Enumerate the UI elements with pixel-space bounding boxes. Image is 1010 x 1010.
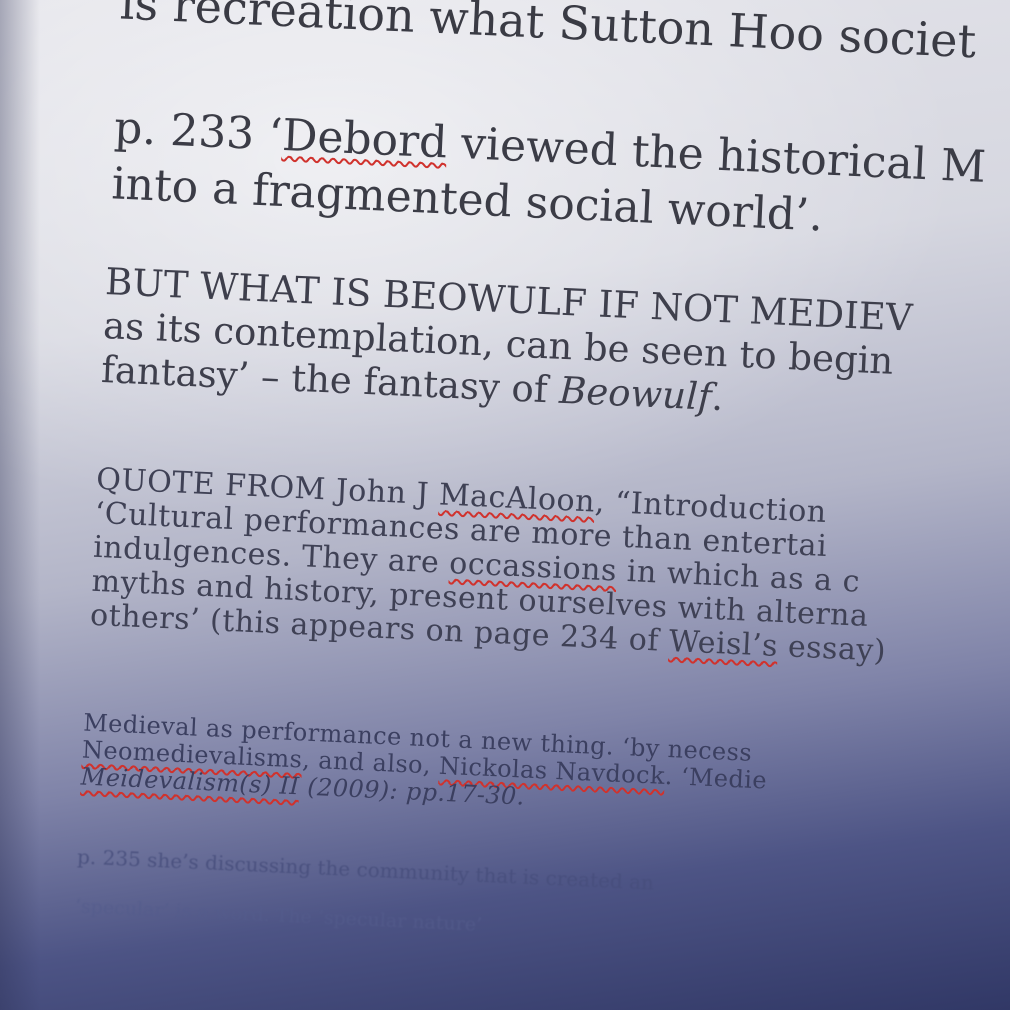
monitor-photo: is recreation what Sutton Hoo societ p. … [0, 0, 1010, 1010]
text-line: is recreation what Sutton Hoo societ [119, 0, 977, 68]
text-run: essay) [777, 628, 887, 669]
paragraph-sutton-hoo: is recreation what Sutton Hoo societ [119, 0, 977, 68]
misspelled-word: Weisl’s [668, 624, 779, 664]
text-run: p. 235 she’s discussing the community th… [76, 844, 655, 895]
paragraph-macaloon-quote: QUOTE FROM John J MacAloon, “Introductio… [89, 462, 893, 669]
text-run: p. 233 ‘ [113, 102, 284, 161]
text-run: Beowulf [558, 368, 713, 419]
paragraph-beowulf: BUT WHAT IS BEOWULF IF NOT MEDIEV as its … [100, 260, 913, 429]
text-run: is recreation what Sutton Hoo societ [118, 0, 978, 69]
paragraph-specular: ‘specular’ is a word. The ‘specular natu… [74, 894, 482, 936]
misspelled-word: Debord [281, 109, 449, 169]
text-run: ‘specular’ is a word. The ‘specular natu… [74, 895, 483, 936]
paragraph-medieval-performance: Medieval as performance not a new thing.… [80, 709, 768, 822]
text-run: . ‘Medie [664, 761, 768, 795]
document-page: is recreation what Sutton Hoo societ p. … [0, 0, 1009, 1010]
text-run: . [710, 375, 725, 420]
paragraph-community: p. 235 she’s discussing the community th… [77, 844, 655, 894]
paragraph-debord: p. 233 ‘Debord viewed the historical Min… [110, 100, 987, 251]
text-line: ‘specular’ is a word. The ‘specular natu… [74, 894, 482, 936]
text-line: p. 235 she’s discussing the community th… [77, 844, 655, 894]
